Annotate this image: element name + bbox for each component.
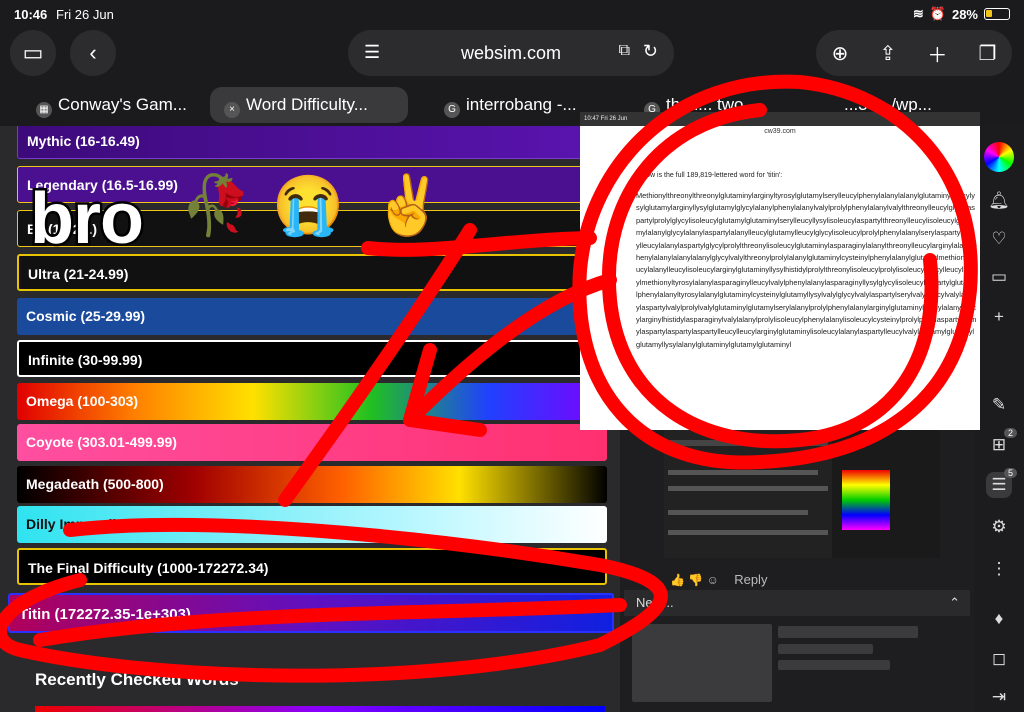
shot-url: cw39.com [764, 128, 796, 135]
placeholder-thumb [632, 624, 772, 702]
tab-conway[interactable]: ▦ Conway's Gam... [22, 87, 208, 123]
wifi-icon: ≋ [912, 6, 924, 21]
status-bar: 10:46 Fri 26 Jun ≋ ⏰ 28% [0, 0, 1024, 28]
grid-favicon-icon: ▦ [36, 102, 52, 118]
placeholder-line [778, 660, 890, 670]
emoji-react-icon[interactable]: ☺ [707, 573, 719, 587]
difficulty-label: Megadeath (500-800) [26, 476, 164, 492]
chat-icon[interactable]: ◻ [986, 646, 1012, 672]
reply-label[interactable]: Reply [734, 572, 767, 587]
sidebar-toggle-button[interactable]: ▭ [10, 30, 56, 76]
tab-label: Word Difficulty... [246, 95, 368, 114]
collapse-panel-icon[interactable]: ⇥ [986, 684, 1012, 710]
caption-text: bro [28, 177, 147, 262]
text-line [668, 530, 828, 535]
more-vertical-icon[interactable]: ⋮ [986, 556, 1012, 582]
difficulty-row-infinite[interactable]: Infinite (30-99.99) [17, 340, 607, 377]
browser-window: 10:46 Fri 26 Jun ≋ ⏰ 28% ▭ ‹ ☰ websim.co… [0, 0, 1024, 712]
comments-count-badge: 5 [1004, 468, 1018, 478]
reply-row[interactable]: 👍 👎 ☺ Reply [670, 572, 767, 587]
thumbs-down-icon[interactable]: 👎 [688, 573, 703, 587]
difficulty-label: Titin (172272.35-1e+303) [19, 606, 191, 623]
mini-chart [842, 470, 890, 530]
chevron-up-icon[interactable]: ⌃ [949, 590, 960, 616]
recent-word-bar [35, 706, 605, 712]
reload-icon[interactable]: ↻ [643, 41, 658, 62]
tabs-count-badge: 2 [1004, 428, 1018, 438]
difficulty-label: Ultra (21-24.99) [28, 266, 129, 282]
folder-icon[interactable]: ▭ [986, 264, 1012, 290]
download-icon[interactable]: ⊕ [832, 41, 849, 66]
placeholder-line [778, 626, 918, 638]
back-button[interactable]: ‹ [70, 30, 116, 76]
placeholder-line [778, 644, 873, 654]
reader-icon[interactable]: ⧉ [619, 42, 630, 60]
text-line [668, 440, 828, 446]
websim-logo-icon[interactable] [984, 142, 1014, 172]
new-tab-icon[interactable]: ＋ [927, 39, 947, 68]
titin-word-screenshot: 10:47 Fri 26 Jun cw39.com Below is the f… [580, 112, 980, 430]
next-label: Next... [636, 595, 674, 610]
close-icon[interactable]: × [224, 102, 240, 118]
difficulty-label: The Final Difficulty (1000-172272.34) [28, 560, 269, 576]
text-line [668, 486, 828, 491]
difficulty-label: Infinite (30-99.99) [28, 352, 143, 368]
difficulty-row-dilly[interactable]: Dilly Impossible (800.01-999.99) [17, 506, 607, 543]
victory-hand-emoji: ✌️ [372, 173, 445, 238]
crying-face-emoji: 😭 [272, 173, 345, 238]
plus-icon[interactable]: + [986, 304, 1012, 330]
attached-screenshot-3 [832, 430, 940, 558]
shot-word-text: Methionylthreonylthreonylglutaminylargin… [636, 191, 977, 349]
difficulty-row-coyote[interactable]: Coyote (303.01-499.99) [17, 424, 607, 461]
next-bar[interactable]: Next... ⌃ [624, 590, 970, 616]
bell-icon[interactable]: 🔔︎ [986, 188, 1012, 214]
heart-icon[interactable]: ♡ [986, 226, 1012, 252]
difficulty-label: Omega (100-303) [26, 393, 139, 409]
status-time: 10:46 [14, 7, 48, 22]
share-icon[interactable]: ⇪ [879, 41, 896, 66]
toolbar-actions: ⊕ ⇪ ＋ ❐ [816, 30, 1012, 76]
shot-status: 10:47 Fri 26 Jun [580, 112, 980, 126]
settings-icon[interactable]: ⚙ [986, 514, 1012, 540]
difficulty-label: Dilly Impossible (800.01-999.99) [26, 516, 237, 532]
thumbs-up-icon[interactable]: 👍 [670, 573, 685, 587]
sidebar-icon: ▭ [22, 40, 44, 65]
g-favicon-icon: G [444, 102, 460, 118]
difficulty-label: Cosmic (25-29.99) [26, 308, 146, 324]
text-line [668, 470, 818, 475]
chevron-left-icon: ‹ [89, 40, 97, 65]
difficulty-row-cosmic[interactable]: Cosmic (25-29.99) [17, 298, 607, 335]
tab-label: Conway's Gam... [58, 95, 187, 114]
battery-icon [984, 8, 1010, 20]
wilted-rose-emoji: 🥀 [180, 173, 253, 238]
tab-word-difficulty[interactable]: × Word Difficulty... [210, 87, 408, 123]
pencil-icon[interactable]: ✎ [986, 392, 1012, 418]
difficulty-label: Mythic (16-16.49) [27, 133, 140, 149]
text-line [668, 510, 808, 515]
diamond-icon[interactable]: ♦ [986, 606, 1012, 632]
difficulty-row-titin[interactable]: Titin (172272.35-1e+303) [8, 593, 614, 633]
alarm-icon: ⏰ [929, 6, 946, 21]
recently-checked-title: Recently Checked Words [35, 670, 239, 689]
difficulty-row-mythic[interactable]: Mythic (16-16.49) [17, 126, 607, 159]
status-right: ≋ ⏰ 28% [913, 6, 1010, 22]
shot-intro: Below is the full 189,819-lettered word … [636, 172, 783, 179]
difficulty-row-omega[interactable]: Omega (100-303) [17, 383, 607, 420]
address-bar[interactable]: ☰ websim.com ⧉ ↻ [348, 30, 674, 76]
status-date: Fri 26 Jun [56, 7, 114, 22]
difficulty-row-megadeath[interactable]: Megadeath (500-800) [17, 466, 607, 503]
battery-percent: 28% [951, 6, 978, 22]
tabs-overview-icon[interactable]: ❐ [978, 41, 996, 66]
difficulty-row-final[interactable]: The Final Difficulty (1000-172272.34) [17, 548, 607, 585]
difficulty-label: Coyote (303.01-499.99) [26, 434, 177, 450]
attached-screenshot-2 [664, 430, 832, 558]
tab-label: interrobang -... [466, 95, 577, 114]
